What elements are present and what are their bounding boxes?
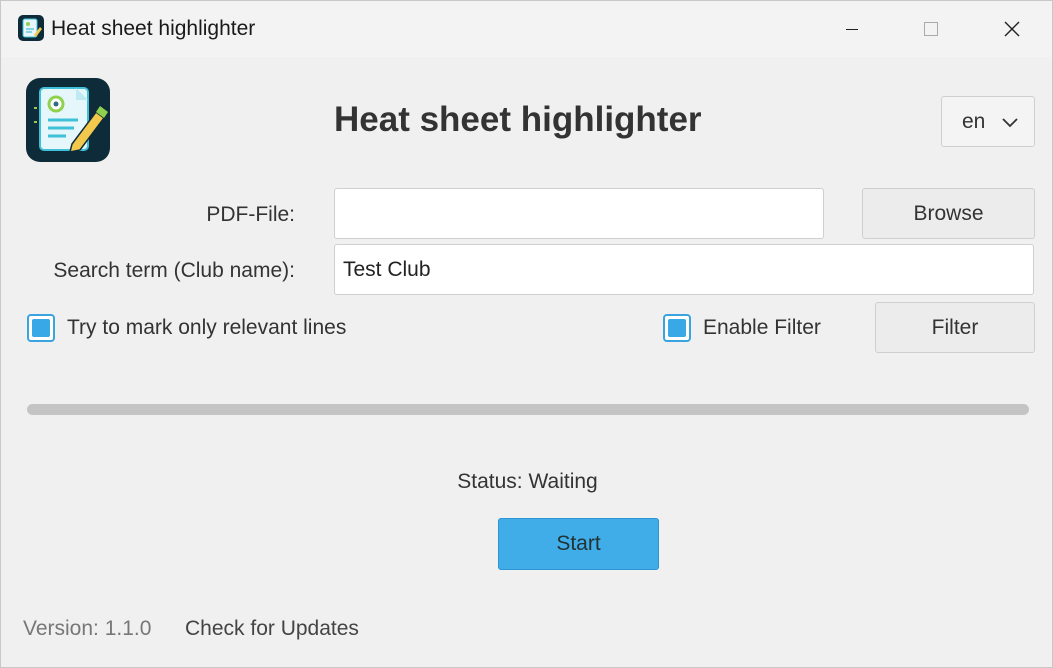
minimize-button[interactable] [816,1,888,57]
search-term-input[interactable]: Test Club [334,244,1034,295]
enable-filter-box[interactable] [663,314,691,342]
document-pen-icon [26,78,110,162]
enable-filter-checkbox[interactable]: Enable Filter [663,314,821,342]
page-title: Heat sheet highlighter [334,100,702,139]
progress-bar [27,404,1029,415]
search-term-label: Search term (Club name): [53,259,295,282]
maximize-icon [924,22,938,36]
enable-filter-label: Enable Filter [703,316,821,339]
language-value: en [962,109,986,133]
app-icon [18,15,44,41]
version-label: Version: 1.1.0 [23,617,152,640]
pdf-file-label: PDF-File: [206,203,295,226]
status-text: Status: Waiting [457,470,598,493]
mark-relevant-box[interactable] [27,314,55,342]
close-button[interactable] [976,1,1048,57]
app-window: Heat sheet highlighter Heat sheet highli… [0,0,1053,668]
mark-relevant-checkbox[interactable]: Try to mark only relevant lines [27,314,346,342]
language-select[interactable]: en [941,96,1035,147]
chevron-down-icon [1002,118,1018,128]
title-bar[interactable]: Heat sheet highlighter [1,1,1052,57]
filter-button[interactable]: Filter [875,302,1035,353]
pdf-file-input[interactable] [334,188,824,239]
minimize-icon [846,29,858,30]
check-updates-link[interactable]: Check for Updates [185,617,359,641]
window-title: Heat sheet highlighter [51,17,256,40]
mark-relevant-label: Try to mark only relevant lines [67,316,347,339]
close-icon [1004,21,1020,37]
start-button[interactable]: Start [498,518,659,570]
maximize-button[interactable] [895,1,967,57]
browse-button[interactable]: Browse [862,188,1035,239]
